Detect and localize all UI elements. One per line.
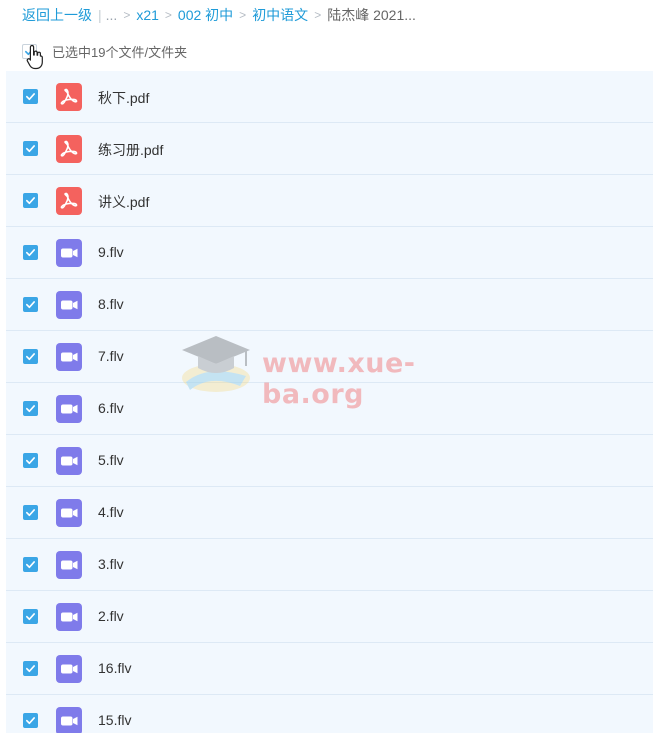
video-file-icon bbox=[56, 291, 82, 319]
video-file-icon bbox=[56, 395, 82, 423]
file-checkbox[interactable] bbox=[23, 297, 38, 312]
file-checkbox[interactable] bbox=[23, 349, 38, 364]
checkmark-icon bbox=[26, 613, 35, 621]
file-name[interactable]: 2.flv bbox=[98, 608, 124, 624]
file-row[interactable]: 9.flv bbox=[6, 227, 653, 279]
file-checkbox[interactable] bbox=[23, 505, 38, 520]
video-file-icon bbox=[56, 343, 82, 371]
file-name[interactable]: 3.flv bbox=[98, 556, 124, 572]
checkmark-icon bbox=[26, 249, 35, 257]
checkmark-icon bbox=[25, 47, 34, 55]
checkmark-icon bbox=[26, 457, 35, 465]
breadcrumb-separator-icon: > bbox=[239, 8, 247, 22]
pdf-file-icon bbox=[56, 187, 82, 215]
file-name[interactable]: 讲义.pdf bbox=[98, 192, 149, 212]
breadcrumb-separator-icon: > bbox=[314, 8, 322, 22]
file-name[interactable]: 6.flv bbox=[98, 400, 124, 416]
breadcrumb-separator-icon: > bbox=[123, 8, 131, 22]
file-name[interactable]: 16.flv bbox=[98, 660, 131, 676]
checkmark-icon bbox=[26, 145, 35, 153]
video-file-icon bbox=[56, 707, 82, 733]
file-row[interactable]: 15.flv bbox=[6, 695, 653, 733]
breadcrumb-current: 陆杰峰 2021... bbox=[327, 7, 416, 23]
file-row[interactable]: 4.flv bbox=[6, 487, 653, 539]
file-row[interactable]: 2.flv bbox=[6, 591, 653, 643]
file-checkbox[interactable] bbox=[23, 713, 38, 728]
selection-count-text: 已选中19个文件/文件夹 bbox=[52, 44, 188, 60]
checkmark-icon bbox=[26, 405, 35, 413]
breadcrumb-item-x21[interactable]: x21 bbox=[136, 7, 159, 23]
checkmark-icon bbox=[26, 197, 35, 205]
file-row[interactable]: 练习册.pdf bbox=[6, 123, 653, 175]
file-row[interactable]: 7.flv bbox=[6, 331, 653, 383]
breadcrumb-item-chinese[interactable]: 初中语文 bbox=[252, 5, 308, 25]
file-checkbox[interactable] bbox=[23, 245, 38, 260]
file-name[interactable]: 9.flv bbox=[98, 244, 124, 260]
file-checkbox[interactable] bbox=[23, 89, 38, 104]
file-row[interactable]: 秋下.pdf bbox=[6, 71, 653, 123]
video-file-icon bbox=[56, 551, 82, 579]
checkmark-icon bbox=[26, 353, 35, 361]
file-checkbox[interactable] bbox=[23, 141, 38, 156]
file-row[interactable]: 3.flv bbox=[6, 539, 653, 591]
breadcrumb-separator-icon: > bbox=[164, 8, 172, 22]
video-file-icon bbox=[56, 499, 82, 527]
selection-bar: 已选中19个文件/文件夹 bbox=[22, 42, 187, 60]
file-checkbox[interactable] bbox=[23, 193, 38, 208]
checkmark-icon bbox=[26, 509, 35, 517]
checkmark-icon bbox=[26, 665, 35, 673]
file-row[interactable]: 8.flv bbox=[6, 279, 653, 331]
checkmark-icon bbox=[26, 717, 35, 725]
file-name[interactable]: 4.flv bbox=[98, 504, 124, 520]
file-checkbox[interactable] bbox=[23, 401, 38, 416]
video-file-icon bbox=[56, 239, 82, 267]
checkmark-icon bbox=[26, 561, 35, 569]
breadcrumb-ellipsis[interactable]: ... bbox=[106, 7, 118, 23]
file-list: 秋下.pdf 练习册.pdf 讲义.pdf 9.flv 8.flv 7.flv 6.flv 5… bbox=[6, 71, 653, 733]
file-name[interactable]: 5.flv bbox=[98, 452, 124, 468]
file-name[interactable]: 秋下.pdf bbox=[98, 88, 149, 108]
select-all-checkbox[interactable] bbox=[22, 43, 37, 59]
breadcrumb-item-junior-high[interactable]: 002 初中 bbox=[178, 5, 233, 25]
file-checkbox[interactable] bbox=[23, 453, 38, 468]
pdf-file-icon bbox=[56, 83, 82, 111]
checkmark-icon bbox=[26, 93, 35, 101]
checkmark-icon bbox=[26, 301, 35, 309]
pdf-file-icon bbox=[56, 135, 82, 163]
file-checkbox[interactable] bbox=[23, 557, 38, 572]
file-name[interactable]: 7.flv bbox=[98, 348, 124, 364]
breadcrumb: 返回上一级 | ... > x21 > 002 初中 > 初中语文 > 陆杰峰 … bbox=[22, 6, 416, 24]
video-file-icon bbox=[56, 655, 82, 683]
back-link[interactable]: 返回上一级 bbox=[22, 5, 92, 25]
file-row[interactable]: 讲义.pdf bbox=[6, 175, 653, 227]
video-file-icon bbox=[56, 447, 82, 475]
file-name[interactable]: 练习册.pdf bbox=[98, 140, 163, 160]
file-row[interactable]: 5.flv bbox=[6, 435, 653, 487]
file-checkbox[interactable] bbox=[23, 609, 38, 624]
video-file-icon bbox=[56, 603, 82, 631]
file-name[interactable]: 15.flv bbox=[98, 712, 131, 728]
file-checkbox[interactable] bbox=[23, 661, 38, 676]
file-row[interactable]: 16.flv bbox=[6, 643, 653, 695]
file-name[interactable]: 8.flv bbox=[98, 296, 124, 312]
breadcrumb-divider: | bbox=[98, 7, 102, 23]
file-row[interactable]: 6.flv bbox=[6, 383, 653, 435]
